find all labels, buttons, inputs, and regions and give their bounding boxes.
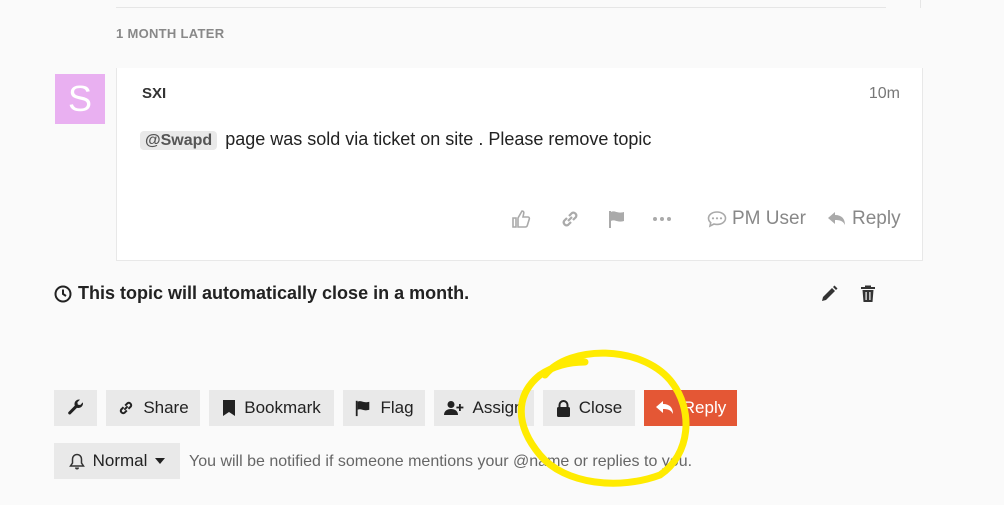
reply-button[interactable]: Reply [644,390,737,426]
wrench-icon [67,399,83,415]
bookmark-button[interactable]: Bookmark [209,390,334,426]
notification-level-dropdown[interactable]: Normal [54,443,180,479]
link-icon [120,401,133,415]
post-date[interactable]: 10m [869,85,900,103]
admin-wrench-button[interactable] [54,390,97,426]
post-username[interactable]: SXI [142,85,166,102]
thumbs-up-icon [512,210,531,228]
topic-timer-text: This topic will automatically close in a… [78,283,470,303]
clock-icon [54,285,72,302]
post-reply-button[interactable]: Reply [827,204,901,234]
user-plus-icon [444,401,464,415]
flag-icon [609,211,624,228]
flag-label: Flag [380,398,414,417]
pm-user-label: PM User [732,208,806,229]
post-text: page was sold via ticket on site . Pleas… [225,129,652,149]
delete-timer-button[interactable] [859,285,877,308]
flag-post-button[interactable] [607,204,627,234]
share-label: Share [143,398,189,417]
comment-dots-icon [707,211,727,228]
assign-label: Assign [472,398,524,417]
ellipsis-icon [653,217,671,221]
trash-icon [861,285,875,302]
pencil-icon [822,285,838,301]
assign-button[interactable]: Assign [434,390,534,426]
close-label: Close [578,398,623,417]
time-gap-label: 1 MONTH LATER [116,26,225,41]
edit-timer-button[interactable] [820,285,838,308]
post-card: SXI 10m @Swapd page was sold via ticket … [116,68,923,261]
share-button[interactable]: Share [106,390,200,426]
notification-description: You will be notified if someone mentions… [189,453,693,470]
reply-icon [655,401,673,414]
post-body: @Swapd page was sold via ticket on site … [140,129,651,150]
notification-level-label: Normal [92,451,148,470]
link-icon [562,211,578,227]
topic-timer: This topic will automatically close in a… [54,283,469,304]
avatar[interactable]: S [55,74,105,124]
post-actions: PM User Reply [117,204,922,234]
user-mention[interactable]: @Swapd [140,131,218,150]
bookmark-icon [223,400,236,416]
avatar-letter: S [67,78,92,119]
pm-user-button[interactable]: PM User [707,204,806,234]
top-divider [116,7,886,8]
top-divider-right [920,0,921,8]
reply-icon [828,212,845,225]
lock-icon [556,399,570,417]
bell-icon [68,453,85,469]
reply-label: Reply [682,398,727,417]
like-button[interactable] [511,204,531,234]
flag-icon [356,400,370,417]
caret-down-icon [155,458,166,464]
more-button[interactable] [652,204,672,234]
copy-link-button[interactable] [559,204,581,234]
flag-button[interactable]: Flag [343,390,425,426]
bookmark-label: Bookmark [244,398,321,417]
close-button[interactable]: Close [543,390,635,426]
post-reply-label: Reply [852,208,901,229]
